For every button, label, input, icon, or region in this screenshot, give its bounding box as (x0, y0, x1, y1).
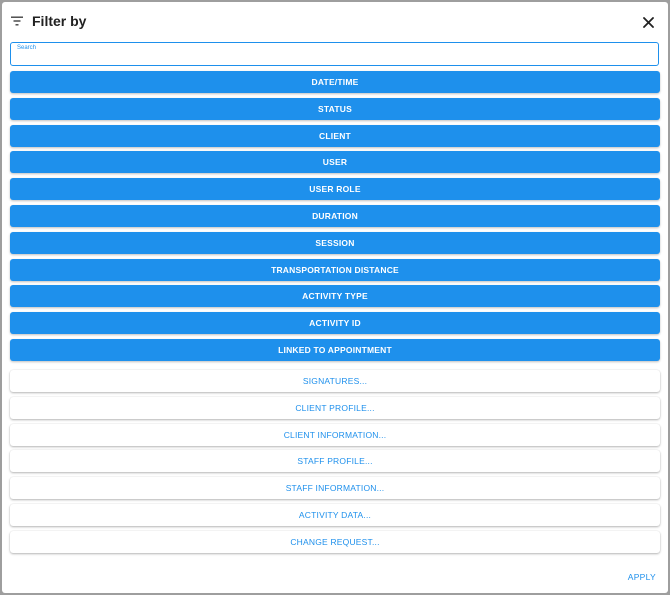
filter-list-icon (11, 16, 23, 26)
more-filter-button-change-request[interactable]: CHANGE REQUEST... (10, 530, 660, 553)
dialog-title: Filter by (32, 13, 87, 29)
more-filter-button-client-information[interactable]: CLIENT INFORMATION... (10, 423, 660, 446)
filter-button-activity-id[interactable]: ACTIVITY ID (10, 312, 660, 335)
filter-button-user[interactable]: USER (10, 151, 660, 174)
more-filter-button-activity-data[interactable]: ACTIVITY DATA... (10, 503, 660, 526)
more-filters-list: SIGNATURES... CLIENT PROFILE... CLIENT INF… (10, 370, 660, 558)
more-filter-button-staff-information[interactable]: STAFF INFORMATION... (10, 477, 660, 500)
filter-button-date-time[interactable]: DATE/TIME (10, 71, 660, 93)
search-field[interactable]: Search (10, 42, 659, 66)
filter-category-list: DATE/TIME STATUS CLIENT USER USER ROLE DURATI… (10, 71, 660, 366)
more-filter-button-client-profile[interactable]: CLIENT PROFILE... (10, 396, 660, 419)
filter-dialog: Filter by Search DATE/TIME STATUS CLIENT US… (2, 2, 668, 593)
filter-button-user-role[interactable]: USER ROLE (10, 178, 660, 201)
filter-button-activity-type[interactable]: ACTIVITY TYPE (10, 285, 660, 308)
filter-button-transportation-distance[interactable]: TRANSPORTATION DISTANCE (10, 258, 660, 281)
more-filter-button-signatures[interactable]: SIGNATURES... (10, 370, 660, 392)
search-label: Search (17, 45, 37, 51)
apply-button[interactable]: APPLY (628, 572, 656, 582)
search-input[interactable] (17, 52, 647, 64)
more-filter-button-staff-profile[interactable]: STAFF PROFILE... (10, 450, 660, 473)
filter-button-client[interactable]: CLIENT (10, 124, 660, 147)
filter-button-linked-to-appointment[interactable]: LINKED TO APPOINTMENT (10, 338, 660, 361)
filter-button-duration[interactable]: DURATION (10, 204, 660, 227)
filter-button-session[interactable]: SESSION (10, 231, 660, 254)
filter-button-status[interactable]: STATUS (10, 97, 660, 120)
close-icon[interactable] (643, 17, 654, 28)
dialog-header: Filter by (2, 2, 668, 42)
